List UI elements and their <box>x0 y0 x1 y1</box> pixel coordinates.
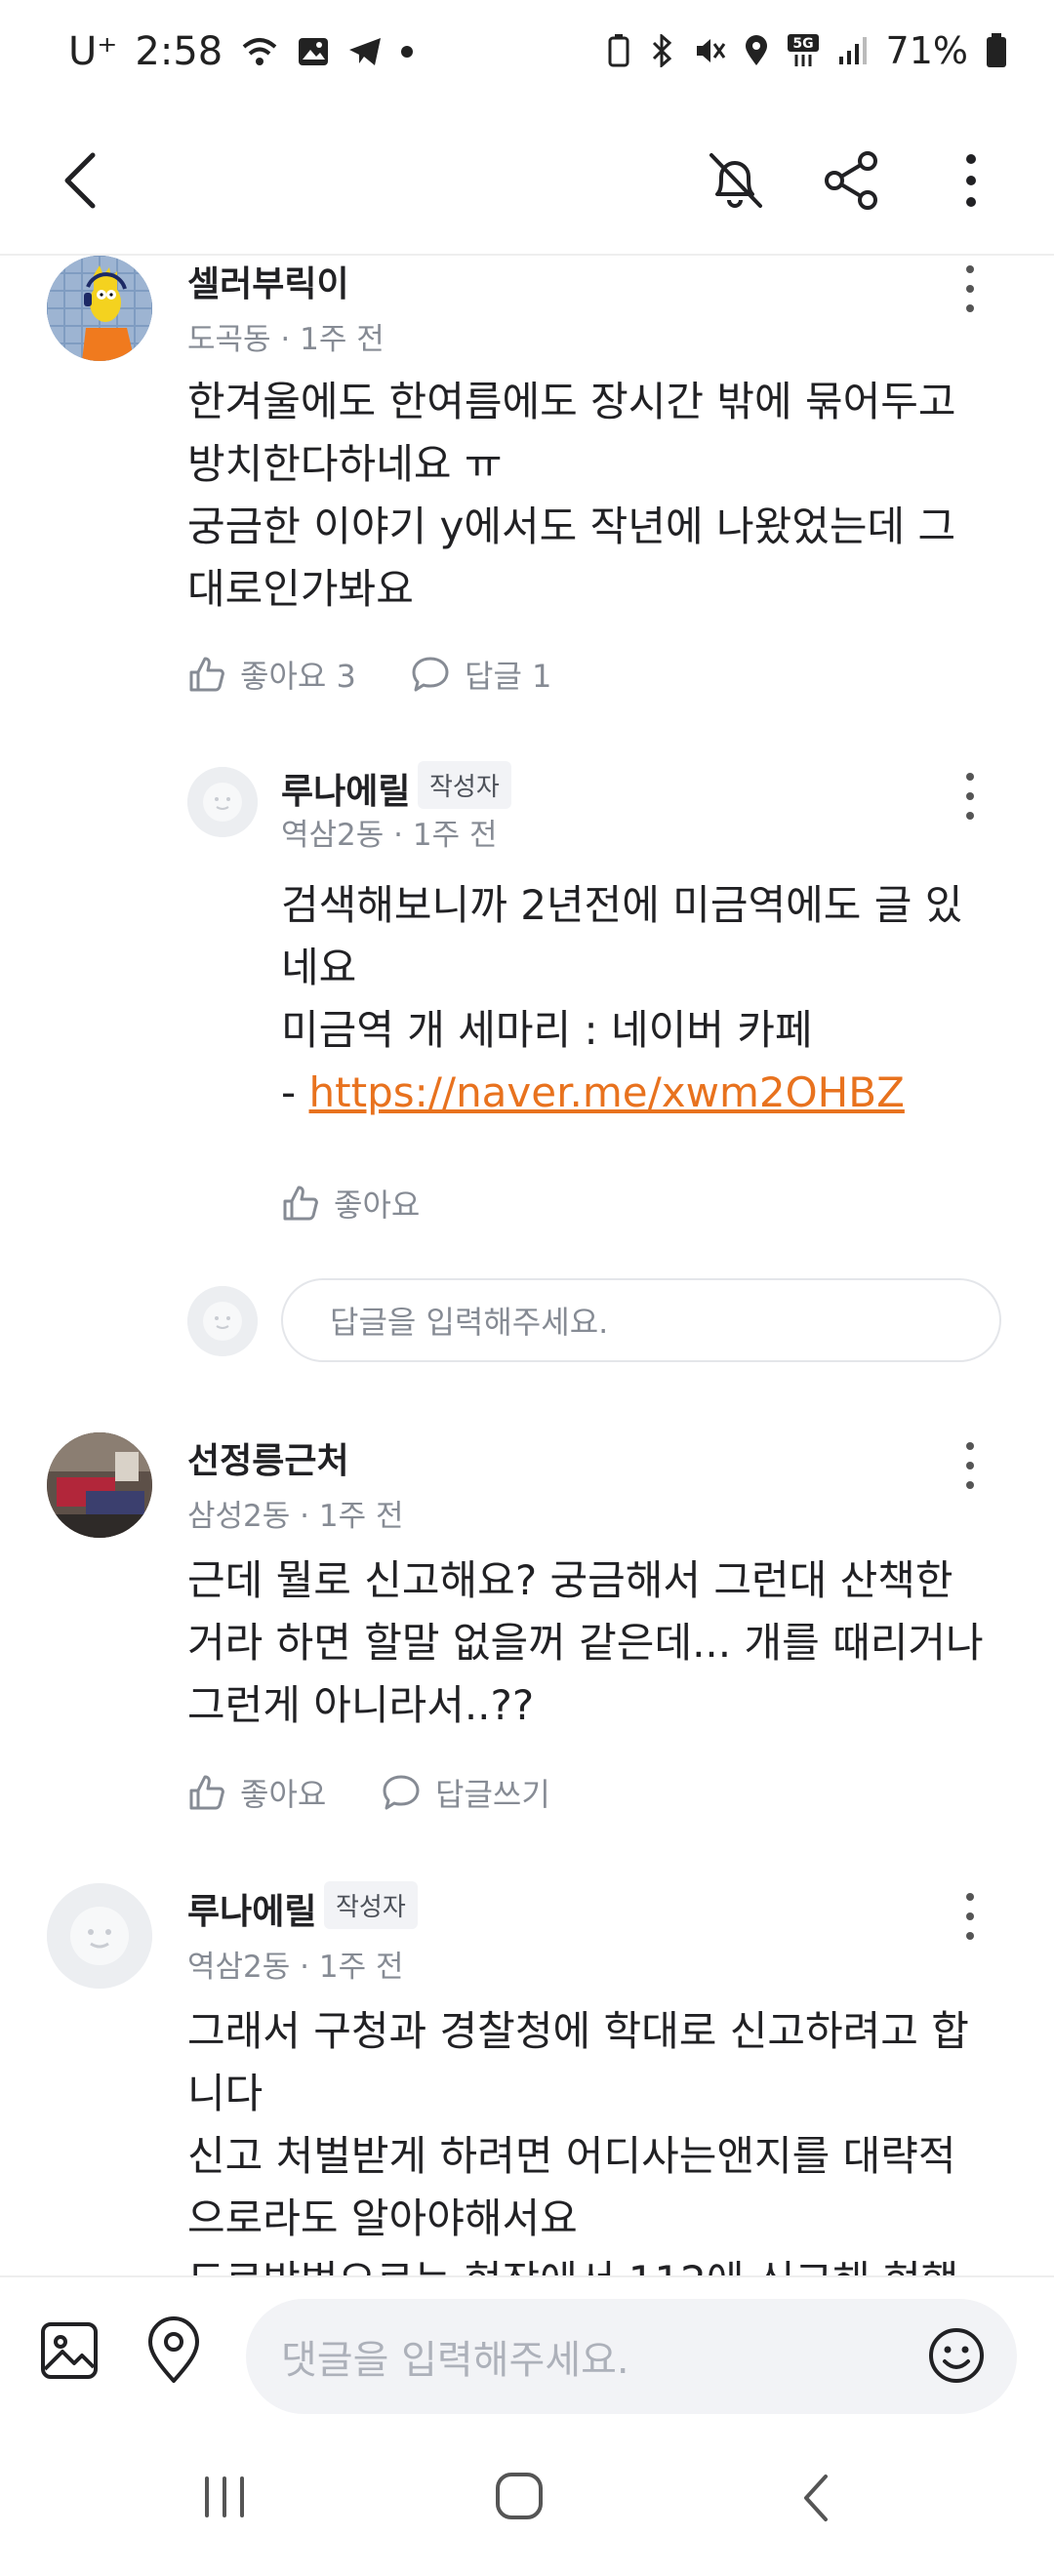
avatar[interactable] <box>47 1432 152 1538</box>
status-left: U⁺ 2:58 <box>68 29 414 74</box>
bluetooth-icon <box>652 34 671 67</box>
comment-text: 한겨울에도 한여름에도 장시간 밖에 묶어두고 방치한다하네요 ㅠ 궁금한 이야… <box>187 378 956 613</box>
mute-icon <box>696 39 725 62</box>
share-button[interactable] <box>818 146 886 215</box>
like-label: 좋아요 <box>334 1187 421 1224</box>
battery-icon <box>987 33 1006 67</box>
reply-input-placeholder: 답글을 입력해주세요. <box>330 1304 609 1341</box>
avatar[interactable] <box>47 1883 152 1989</box>
reply-text-line: 네요 <box>281 944 357 991</box>
telegram-icon <box>349 38 382 65</box>
reply-button[interactable]: 답글 1 <box>410 652 551 697</box>
author-meta: 역삼2동 · 1주 전 <box>187 1950 404 1985</box>
default-avatar-icon <box>187 767 258 837</box>
thumbs-up-icon <box>283 1186 318 1221</box>
dot-icon <box>401 46 414 58</box>
wifi-icon <box>242 38 277 65</box>
battery-saver-icon <box>608 34 629 67</box>
location-pin-icon <box>148 2316 199 2383</box>
home-button[interactable] <box>492 2469 547 2527</box>
status-bar: U⁺ 2:58 5G 71% <box>0 0 1054 107</box>
comment-more-button[interactable] <box>951 1887 990 1946</box>
default-avatar-icon <box>187 1286 258 1356</box>
comment-input-placeholder: 댓글을 입력해주세요. <box>281 2338 629 2383</box>
gallery-icon <box>299 38 329 65</box>
like-label: 좋아요 3 <box>240 658 356 695</box>
more-vertical-icon <box>966 154 976 207</box>
recent-apps-icon <box>205 2476 244 2517</box>
comment-input[interactable]: 댓글을 입력해주세요. <box>246 2299 1017 2414</box>
author-name[interactable]: 선정릉근처 <box>187 1432 349 1483</box>
recent-apps-button[interactable] <box>195 2473 254 2525</box>
reply-input[interactable]: 답글을 입력해주세요. <box>281 1278 1001 1362</box>
comment-text: 그래서 구청과 경찰청에 학대로 신고하려고 합 니다 신고 처벌받게 하려면 … <box>187 2007 969 2275</box>
link-prefix: - <box>281 1068 309 1116</box>
reply-more-button[interactable] <box>951 767 990 825</box>
5g-icon: 5G <box>787 34 819 66</box>
attach-location-button[interactable] <box>144 2316 203 2389</box>
image-icon <box>41 2322 98 2379</box>
attach-image-button[interactable] <box>39 2320 100 2385</box>
author-meta: 삼성2동 · 1주 전 <box>187 1499 404 1534</box>
home-icon <box>496 2473 543 2519</box>
reply-text-line: 미금역 개 세마리 : 네이버 카페 <box>281 1006 813 1054</box>
reply-label: 답글쓰기 <box>435 1776 550 1813</box>
reply-like-button[interactable]: 좋아요 <box>281 1181 420 1226</box>
author-meta: 도곡동 · 1주 전 <box>187 322 385 357</box>
back-button[interactable] <box>47 146 115 215</box>
comment-list[interactable]: 셀러부릭이 도곡동 · 1주 전 한겨울에도 한여름에도 장시간 밖에 묶어두고… <box>0 256 1054 2275</box>
thumbs-up-icon <box>189 657 224 692</box>
comment-more-button[interactable] <box>951 1436 990 1495</box>
more-options-button[interactable] <box>937 146 1005 215</box>
signal-icon <box>838 37 867 64</box>
avatar[interactable] <box>47 256 152 361</box>
author-name[interactable]: 셀러부릭이 <box>187 256 349 306</box>
share-icon <box>825 151 877 210</box>
reply-label: 답글 1 <box>465 658 552 695</box>
photo-avatar-image <box>47 1432 152 1538</box>
author-name[interactable]: 루나에릴 <box>281 763 410 814</box>
bell-off-icon <box>709 153 762 208</box>
reply-text-line: 검색해보니까 2년전에 미금역에도 글 있 <box>281 881 963 929</box>
author-name[interactable]: 루나에릴 <box>187 1883 316 1934</box>
author-badge: 작성자 <box>418 761 511 809</box>
external-link[interactable]: https://naver.me/xwm2OHBZ <box>309 1068 905 1116</box>
comment-text: 근데 뭘로 신고해요? 궁금해서 그런대 산책한 거라 하면 할말 없을꺼 같은… <box>187 1556 984 1729</box>
cartoon-avatar-image <box>47 256 152 361</box>
avatar[interactable] <box>187 767 258 837</box>
notification-off-button[interactable] <box>701 146 769 215</box>
chevron-left-icon <box>64 152 96 209</box>
carrier-label: U⁺ <box>68 29 118 74</box>
thumbs-up-icon <box>189 1775 224 1810</box>
status-right: 5G 71% <box>607 29 1007 72</box>
author-meta: 역삼2동 · 1주 전 <box>281 818 498 853</box>
like-label: 좋아요 <box>240 1776 327 1813</box>
clock: 2:58 <box>135 29 223 74</box>
speech-bubble-icon <box>383 1775 420 1810</box>
battery-percent: 71% <box>885 29 968 72</box>
write-reply-button[interactable]: 답글쓰기 <box>381 1770 550 1815</box>
svg-text:5G: 5G <box>792 36 813 52</box>
system-back-button[interactable] <box>796 2469 835 2531</box>
speech-bubble-icon <box>412 657 449 692</box>
comment-composer: 댓글을 입력해주세요. <box>0 2275 1054 2432</box>
emoji-icon <box>929 2328 984 2383</box>
location-icon <box>745 35 767 65</box>
emoji-button[interactable] <box>927 2326 986 2389</box>
reply-text: 검색해보니까 2년전에 미금역에도 글 있 네요 미금역 개 세마리 : 네이버… <box>281 874 1003 1124</box>
my-avatar <box>187 1286 258 1356</box>
author-badge: 작성자 <box>324 1881 418 1929</box>
top-app-bar <box>0 107 1054 256</box>
comment-more-button[interactable] <box>951 260 990 318</box>
chevron-left-icon <box>804 2475 828 2521</box>
system-nav-bar <box>0 2430 1054 2576</box>
like-button[interactable]: 좋아요 <box>187 1770 326 1815</box>
default-avatar-icon <box>47 1883 152 1989</box>
like-button[interactable]: 좋아요 3 <box>187 652 356 697</box>
